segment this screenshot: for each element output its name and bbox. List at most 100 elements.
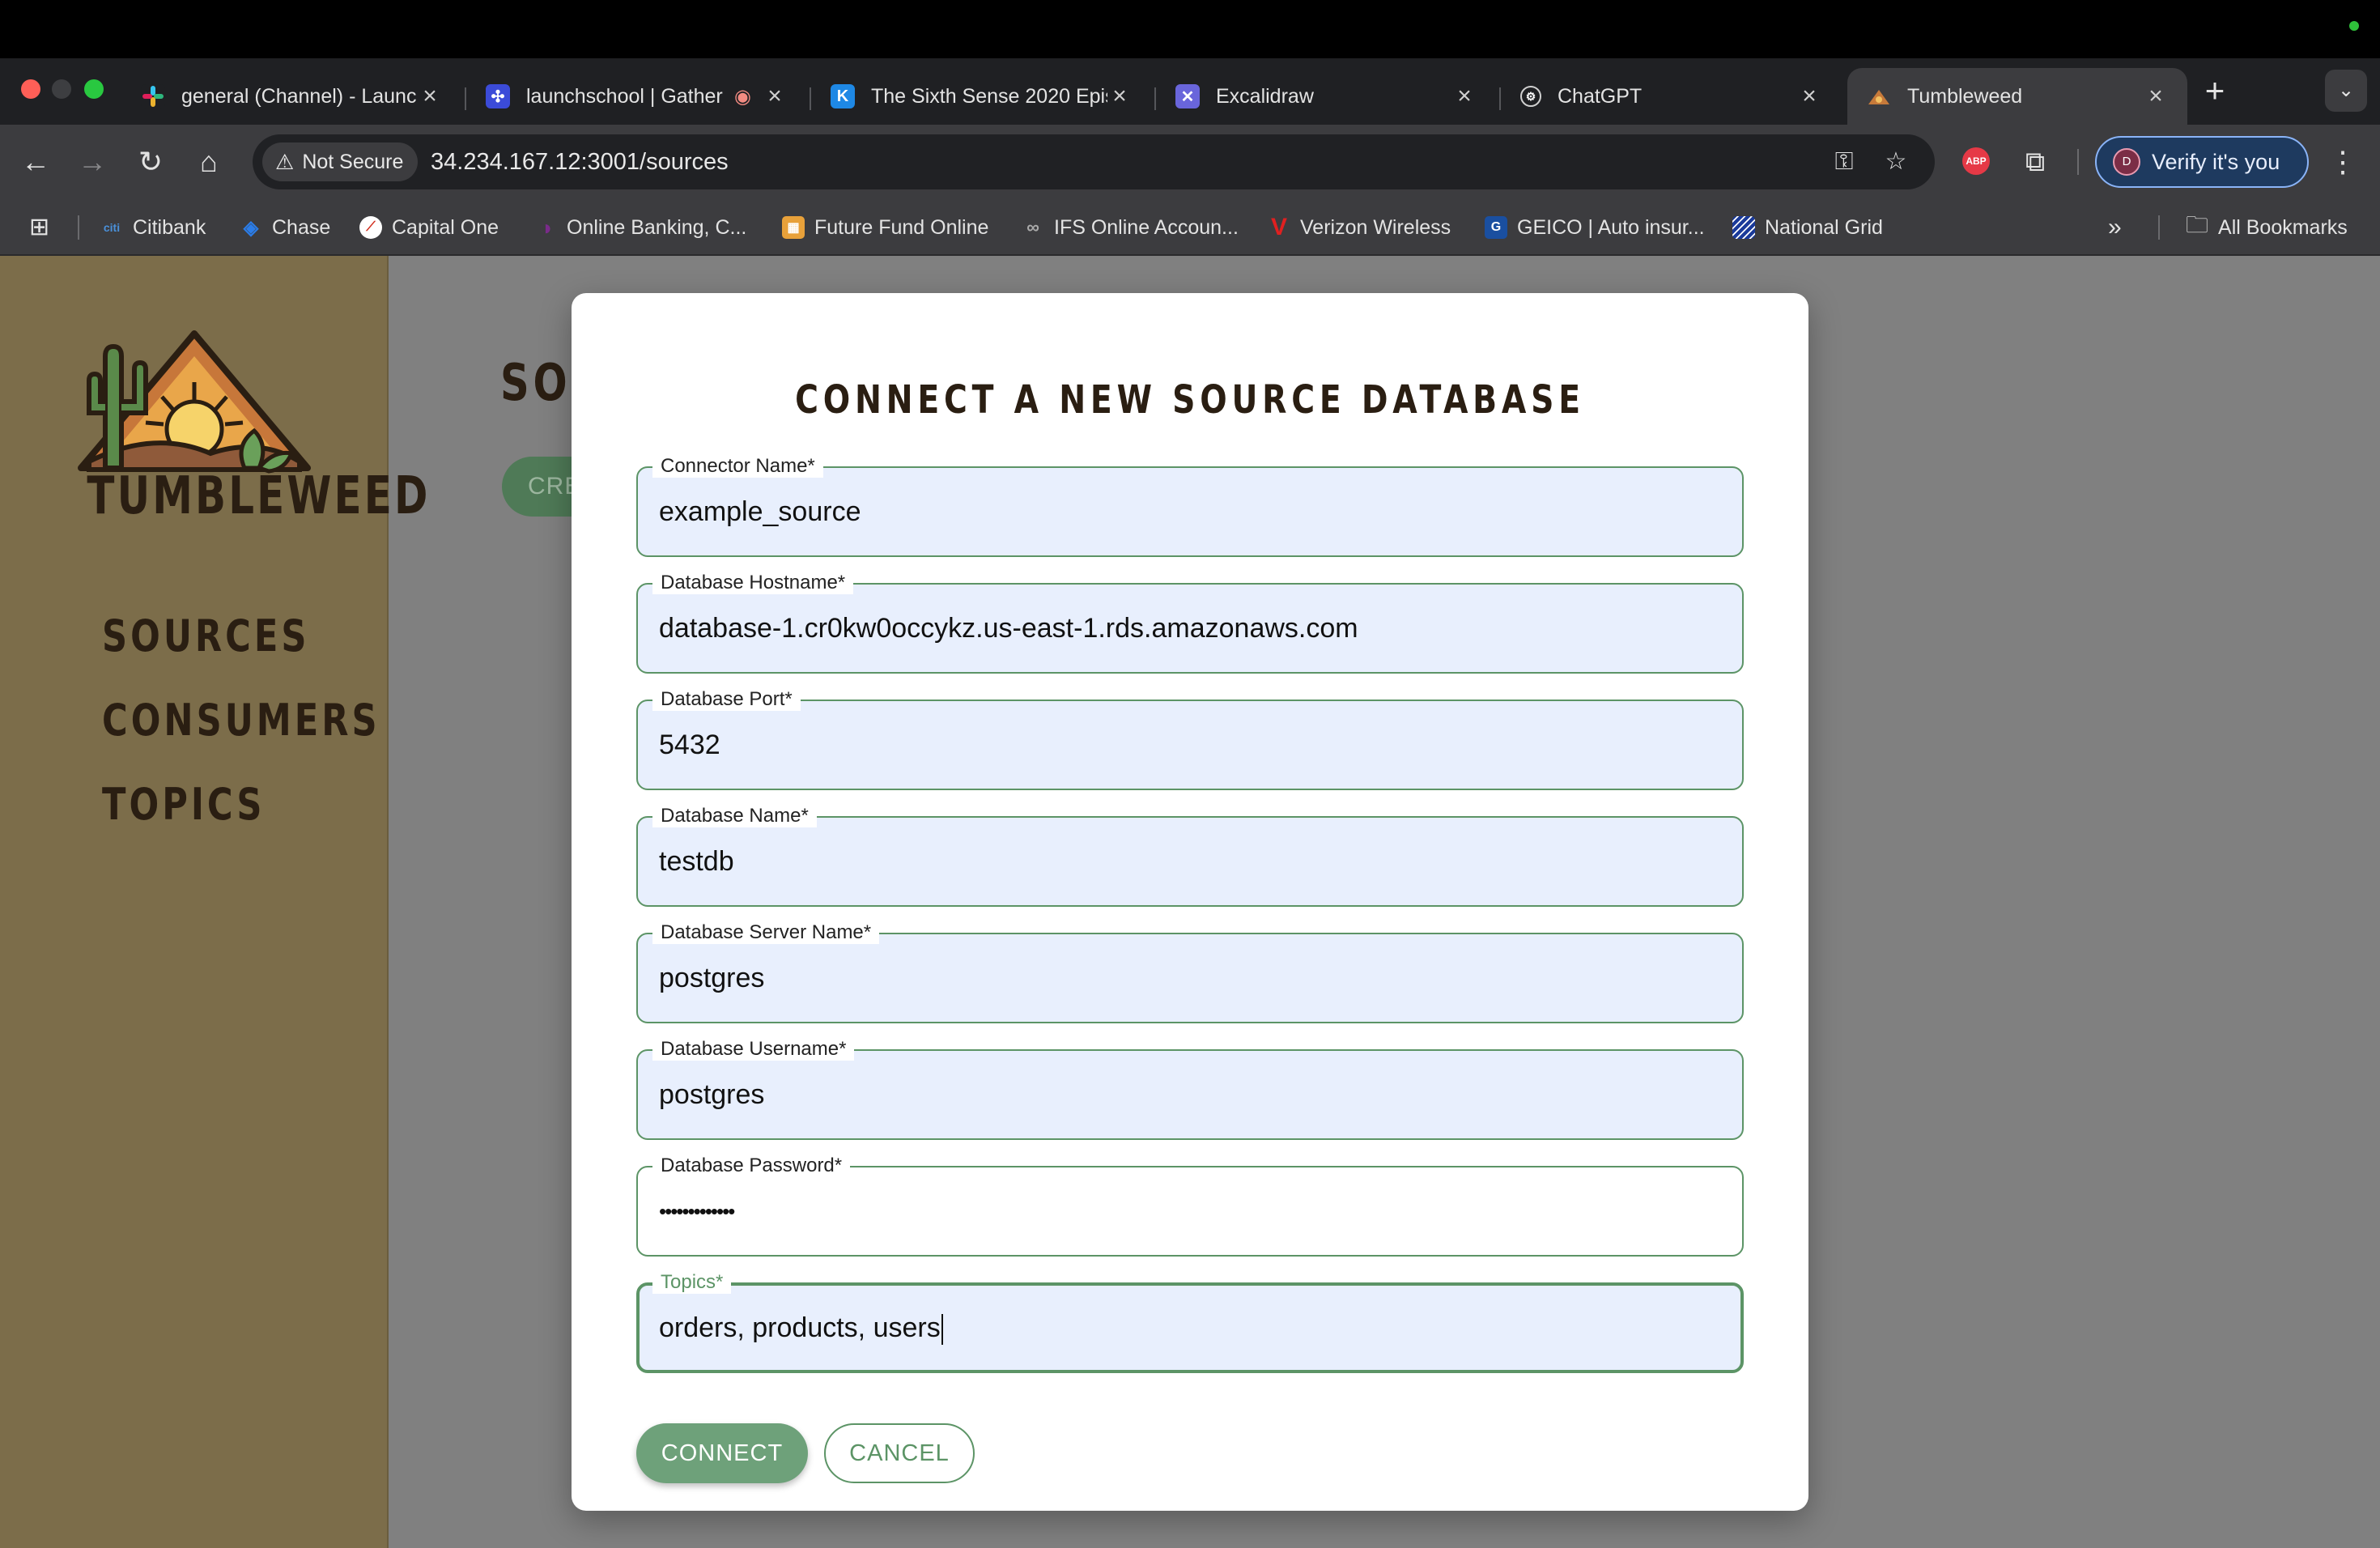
close-window-button[interactable] [21, 79, 40, 99]
k-icon: K [831, 84, 855, 108]
sidebar: TUMBLEWEED SOURCES CONSUMERS TOPICS [0, 256, 427, 1548]
tab-slack[interactable]: general (Channel) - Launch School - Slac… [121, 68, 461, 125]
tab-tumbleweed[interactable]: Tumbleweed × [1847, 68, 2187, 125]
bookmark-citibank[interactable]: citi Citibank [100, 211, 206, 245]
profile-verify-button[interactable]: D Verify it's you [2095, 136, 2309, 188]
fullscreen-window-button[interactable] [84, 79, 104, 99]
tab-chatgpt[interactable]: ⚙ ChatGPT × [1501, 68, 1841, 125]
ifs-icon: ∞ [1026, 217, 1039, 237]
connector-name-field[interactable]: Connector Name* example_source [636, 455, 1744, 557]
tumbleweed-icon [1867, 84, 1891, 108]
bookmark-ifs[interactable]: ∞ IFS Online Accoun... [1022, 211, 1239, 245]
geico-icon: G [1485, 216, 1507, 239]
nav-sources[interactable]: SOURCES [102, 610, 310, 661]
all-bookmarks-button[interactable]: 🗀 All Bookmarks [2186, 211, 2348, 245]
database-port-field[interactable]: Database Port* 5432 [636, 688, 1744, 790]
close-tab-icon[interactable]: × [763, 83, 787, 110]
tab-title: Tumbleweed [1907, 84, 2023, 108]
chase-icon: ◈ [243, 216, 259, 239]
tab-sixth-sense[interactable]: K The Sixth Sense 2020 Episode × [811, 68, 1151, 125]
citi-icon: citi [103, 221, 121, 234]
toolbar-divider [2077, 149, 2079, 175]
minimize-window-button[interactable] [52, 79, 71, 99]
bookmark-national-grid[interactable]: National Grid [1732, 211, 1883, 245]
future-fund-icon: ▦ [782, 216, 805, 239]
field-value[interactable]: example_source [659, 468, 861, 555]
national-grid-icon [1732, 216, 1755, 239]
bookmark-label: Citibank [133, 215, 206, 239]
browser-toolbar: ← → ↻ ⌂ ⚠ Not Secure 34.234.167.12:3001/… [0, 125, 2380, 199]
tab-excalidraw[interactable]: ✕ Excalidraw × [1156, 68, 1496, 125]
bookmark-divider [2158, 215, 2160, 240]
nav-consumers[interactable]: CONSUMERS [102, 695, 380, 746]
back-arrow-icon[interactable]: ← [16, 142, 55, 181]
database-password-field[interactable]: Database Password* ••••••••••••• [636, 1155, 1744, 1257]
new-tab-icon[interactable]: + [2195, 73, 2234, 112]
bookmark-label: National Grid [1765, 215, 1883, 239]
tab-search-chevron-icon[interactable]: ⌄ [2325, 70, 2367, 112]
close-tab-icon[interactable]: × [1452, 83, 1477, 110]
forward-arrow-icon[interactable]: → [73, 142, 112, 181]
bank-icon: ◑ [539, 215, 552, 240]
bookmark-label: Chase [272, 215, 331, 239]
database-server-name-field[interactable]: Database Server Name* postgres [636, 921, 1744, 1023]
tab-title: The Sixth Sense 2020 Episode [871, 84, 1107, 108]
close-tab-icon[interactable]: × [1797, 83, 1821, 110]
close-tab-icon[interactable]: × [1107, 83, 1132, 110]
camera-indicator-icon [2349, 21, 2359, 31]
field-value[interactable]: 5432 [659, 701, 720, 789]
close-tab-icon[interactable]: × [2144, 83, 2168, 110]
text-caret [941, 1314, 943, 1346]
gather-icon: ✣ [486, 84, 510, 108]
bookmark-verizon[interactable]: V Verizon Wireless [1268, 211, 1451, 245]
bookmark-label: Verizon Wireless [1300, 215, 1451, 239]
slack-icon [141, 84, 165, 108]
tab-gather[interactable]: ✣ launchschool | Gather ◉ × [466, 68, 806, 125]
cancel-button[interactable]: CANCEL [824, 1423, 975, 1483]
extensions-puzzle-icon[interactable]: ⧉ [2016, 142, 2055, 181]
field-value[interactable]: ••••••••••••• [659, 1167, 735, 1255]
database-name-field[interactable]: Database Name* testdb [636, 805, 1744, 907]
field-value[interactable]: postgres [659, 1051, 764, 1138]
bookmark-future-fund[interactable]: ▦ Future Fund Online [782, 211, 988, 245]
field-value[interactable]: orders, products, users [659, 1284, 943, 1372]
topics-field[interactable]: Topics* orders, products, users [636, 1271, 1744, 1373]
bookmark-capital-one[interactable]: ⟋ Capital One [359, 211, 499, 245]
reload-icon[interactable]: ↻ [131, 142, 170, 181]
bookmark-online-banking[interactable]: ◑ Online Banking, C... [534, 211, 746, 245]
bookmark-chase[interactable]: ◈ Chase [240, 211, 331, 245]
nav-topics[interactable]: TOPICS [102, 779, 266, 830]
recording-icon: ◉ [734, 85, 751, 108]
url-text[interactable]: 34.234.167.12:3001/sources [431, 134, 729, 189]
site-info-button[interactable]: ⚠ Not Secure [262, 142, 419, 181]
adblock-plus-icon[interactable]: ABP [1962, 147, 1990, 175]
connect-button[interactable]: CONNECT [636, 1423, 808, 1483]
tab-title: general (Channel) - Launch School - Slac… [181, 84, 418, 108]
apps-grid-icon[interactable]: ⊞ [29, 211, 57, 245]
all-bookmarks-label: All Bookmarks [2218, 215, 2348, 239]
address-bar[interactable]: ⚠ Not Secure 34.234.167.12:3001/sources … [253, 134, 1935, 189]
bookmark-label: GEICO | Auto insur... [1517, 215, 1705, 239]
field-value[interactable]: postgres [659, 934, 764, 1022]
folder-icon: 🗀 [2186, 212, 2209, 237]
verizon-icon: V [1270, 214, 1287, 240]
avatar: D [2113, 148, 2140, 176]
bookmark-divider [78, 215, 79, 240]
database-username-field[interactable]: Database Username* postgres [636, 1038, 1744, 1140]
bookmarks-bar: ⊞ citi Citibank ◈ Chase ⟋ Capital One ◑ … [0, 199, 2380, 256]
database-hostname-field[interactable]: Database Hostname* database-1.cr0kw0occy… [636, 572, 1744, 674]
more-menu-icon[interactable]: ⋮ [2327, 142, 2359, 181]
tab-title: ChatGPT [1558, 84, 1643, 108]
bookmark-star-icon[interactable]: ☆ [1878, 144, 1914, 180]
chatgpt-icon: ⚙ [1520, 86, 1541, 107]
field-value[interactable]: testdb [659, 818, 734, 905]
password-key-icon[interactable]: ⚿ [1826, 144, 1862, 180]
more-bookmarks-icon[interactable]: » [2108, 211, 2122, 245]
tumbleweed-logo-icon [57, 324, 332, 486]
close-tab-icon[interactable]: × [418, 83, 442, 110]
home-icon[interactable]: ⌂ [189, 142, 228, 181]
tab-strip: general (Channel) - Launch School - Slac… [0, 58, 2380, 125]
bookmark-geico[interactable]: G GEICO | Auto insur... [1485, 211, 1705, 245]
field-value[interactable]: database-1.cr0kw0occykz.us-east-1.rds.am… [659, 585, 1358, 672]
verify-label: Verify it's you [2152, 149, 2280, 174]
